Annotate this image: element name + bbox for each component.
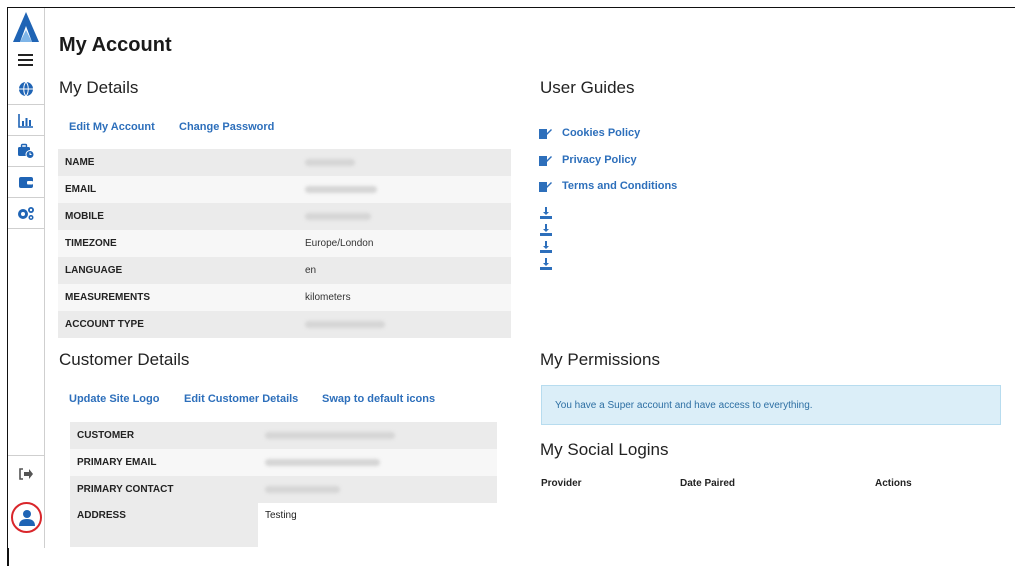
- detail-value: [298, 311, 511, 338]
- logout-button[interactable]: [8, 455, 44, 491]
- my-details-heading: My Details: [59, 78, 139, 97]
- my-permissions-heading: My Permissions: [540, 350, 660, 369]
- swap-default-icons-link[interactable]: Swap to default icons: [322, 393, 435, 405]
- detail-value: kilometers: [298, 284, 511, 311]
- social-logins-heading: My Social Logins: [540, 440, 669, 459]
- user-icon: [18, 509, 35, 526]
- sign-out-icon: [19, 467, 33, 480]
- sidebar-item-wallet[interactable]: [8, 167, 44, 198]
- table-row: EMAIL: [58, 176, 511, 203]
- detail-value: [298, 203, 511, 230]
- detail-label: MEASUREMENTS: [58, 284, 298, 311]
- redacted-value: [265, 485, 340, 493]
- my-details-table: NAME EMAIL MOBILE TIMEZONE Europe/London…: [58, 149, 511, 338]
- table-row: PRIMARY CONTACT: [70, 476, 497, 503]
- edit-document-icon: [539, 128, 552, 139]
- redacted-value: [265, 431, 395, 439]
- table-row: ACCOUNT TYPE: [58, 311, 511, 338]
- detail-value: [258, 476, 497, 503]
- redacted-value: [265, 458, 380, 466]
- sidebar-item-settings[interactable]: [8, 198, 44, 229]
- page-title: My Account: [59, 34, 172, 56]
- sidebar-item-jobs[interactable]: [8, 136, 44, 167]
- main-content: My Account My Details Edit My Account Ch…: [58, 8, 1015, 566]
- download-icon[interactable]: [540, 258, 552, 270]
- detail-label: ADDRESS: [70, 503, 258, 547]
- column-header-actions: Actions: [875, 478, 912, 489]
- column-header-date-paired: Date Paired: [680, 478, 736, 489]
- detail-label: MOBILE: [58, 203, 298, 230]
- bar-chart-icon: [18, 113, 33, 128]
- guide-link-cookies[interactable]: Cookies Policy: [539, 127, 640, 139]
- guide-link-label: Cookies Policy: [562, 127, 641, 139]
- customer-details-heading: Customer Details: [59, 350, 190, 369]
- guide-link-privacy[interactable]: Privacy Policy: [539, 154, 637, 166]
- briefcase-clock-icon: [18, 143, 35, 159]
- detail-value: Europe/London: [298, 230, 511, 257]
- table-row: CUSTOMER: [70, 422, 497, 449]
- edit-my-account-link[interactable]: Edit My Account: [69, 121, 155, 133]
- detail-label: TIMEZONE: [58, 230, 298, 257]
- edit-document-icon: [539, 155, 552, 166]
- table-row: LANGUAGE en: [58, 257, 511, 284]
- download-icon[interactable]: [540, 224, 552, 236]
- detail-label: EMAIL: [58, 176, 298, 203]
- permissions-alert: You have a Super account and have access…: [541, 385, 1001, 425]
- detail-label: CUSTOMER: [70, 422, 258, 449]
- detail-label: PRIMARY EMAIL: [70, 449, 258, 476]
- wallet-icon: [19, 177, 33, 188]
- table-row: TIMEZONE Europe/London: [58, 230, 511, 257]
- change-password-link[interactable]: Change Password: [179, 121, 274, 133]
- customer-details-table: CUSTOMER PRIMARY EMAIL PRIMARY CONTACT A…: [70, 422, 497, 547]
- detail-value: en: [298, 257, 511, 284]
- redacted-value: [305, 212, 371, 220]
- frame-corner: [7, 548, 9, 566]
- my-account-button[interactable]: [11, 502, 42, 533]
- detail-value: [298, 149, 511, 176]
- table-row: MEASUREMENTS kilometers: [58, 284, 511, 311]
- detail-label: LANGUAGE: [58, 257, 298, 284]
- guide-link-label: Privacy Policy: [562, 154, 637, 166]
- menu-icon[interactable]: [18, 54, 33, 66]
- guide-link-terms[interactable]: Terms and Conditions: [539, 180, 677, 192]
- guide-link-label: Terms and Conditions: [562, 180, 678, 192]
- table-row: ADDRESS Testing: [70, 503, 497, 547]
- detail-value: [258, 449, 497, 476]
- detail-label: ACCOUNT TYPE: [58, 311, 298, 338]
- detail-value: Testing: [258, 503, 497, 547]
- download-icon[interactable]: [540, 241, 552, 253]
- app-frame: My Account My Details Edit My Account Ch…: [7, 7, 1015, 566]
- column-header-provider: Provider: [541, 478, 582, 489]
- permissions-message: You have a Super account and have access…: [555, 399, 813, 411]
- table-row: NAME: [58, 149, 511, 176]
- sidebar-item-globe[interactable]: [8, 74, 44, 105]
- redacted-value: [305, 185, 377, 193]
- globe-icon: [19, 81, 33, 97]
- sidebar: [8, 8, 45, 548]
- sidebar-item-reports[interactable]: [8, 105, 44, 136]
- detail-label: NAME: [58, 149, 298, 176]
- user-guides-heading: User Guides: [540, 78, 635, 97]
- detail-value: [298, 176, 511, 203]
- edit-customer-details-link[interactable]: Edit Customer Details: [184, 393, 298, 405]
- detail-value: [258, 422, 497, 449]
- update-site-logo-link[interactable]: Update Site Logo: [69, 393, 159, 405]
- download-icon[interactable]: [540, 207, 552, 219]
- edit-document-icon: [539, 181, 552, 192]
- detail-label: PRIMARY CONTACT: [70, 476, 258, 503]
- table-row: MOBILE: [58, 203, 511, 230]
- gears-icon: [18, 207, 34, 220]
- table-row: PRIMARY EMAIL: [70, 449, 497, 476]
- redacted-value: [305, 158, 355, 166]
- brand-logo-icon[interactable]: [13, 12, 39, 42]
- redacted-value: [305, 320, 385, 328]
